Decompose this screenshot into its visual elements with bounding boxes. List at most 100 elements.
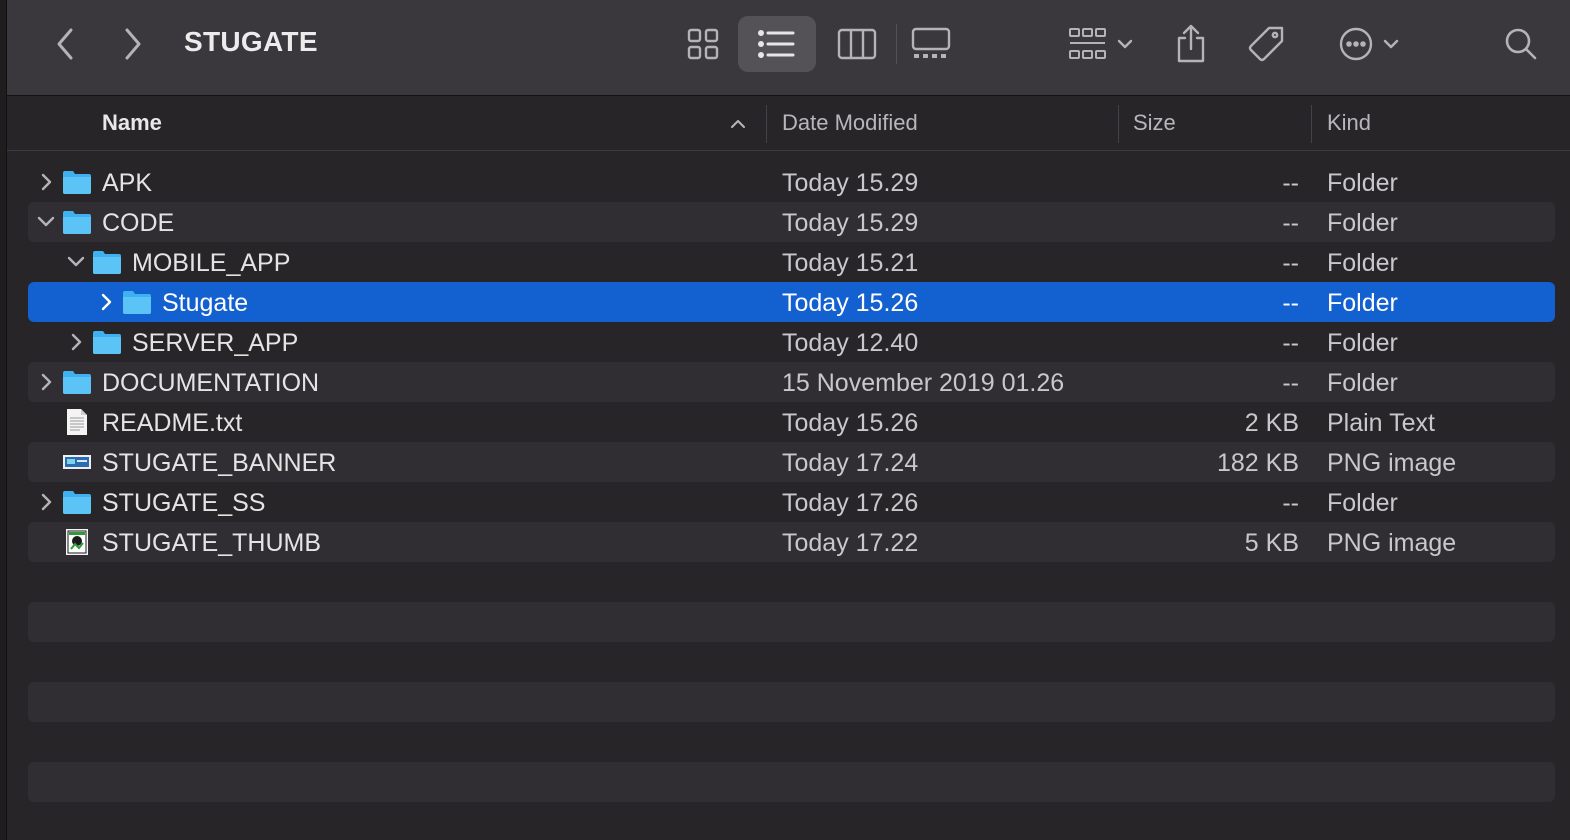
finder-window: STUGATE Name Date Modified Size Kind APK… <box>6 0 1570 840</box>
table-row[interactable]: Stugate Today 15.26 -- Folder <box>28 282 1555 322</box>
file-name: STUGATE_SS <box>102 489 266 517</box>
file-date: Today 17.24 <box>782 449 919 477</box>
disclosure-closed-icon[interactable] <box>66 331 86 353</box>
column-view-button[interactable] <box>833 22 881 66</box>
sort-ascending-icon[interactable] <box>729 117 747 129</box>
chevron-down-icon <box>1383 39 1399 49</box>
file-kind: Folder <box>1327 489 1398 517</box>
list-view-icon <box>758 30 795 58</box>
share-icon <box>1177 24 1205 63</box>
file-kind: Folder <box>1327 369 1398 397</box>
file-kind: Folder <box>1327 329 1398 357</box>
folder-icon <box>63 491 91 514</box>
file-size: -- <box>1282 489 1299 517</box>
file-size: -- <box>1282 169 1299 197</box>
file-name: STUGATE_THUMB <box>102 529 321 557</box>
table-row[interactable]: STUGATE_THUMB Today 17.22 5 KB PNG image <box>28 522 1555 562</box>
empty-row <box>28 762 1555 802</box>
more-icon <box>1339 27 1373 61</box>
file-kind: Plain Text <box>1327 409 1435 437</box>
column-kind-header[interactable]: Kind <box>1327 110 1371 136</box>
disclosure-closed-icon[interactable] <box>96 291 116 313</box>
list-view-button[interactable] <box>753 22 801 66</box>
folder-icon <box>63 211 91 234</box>
gallery-view-icon <box>911 27 951 58</box>
group-icon <box>1069 28 1106 59</box>
disclosure-closed-icon[interactable] <box>36 171 56 193</box>
folder-icon <box>93 331 121 354</box>
file-name: README.txt <box>102 409 243 437</box>
file-size: -- <box>1282 289 1299 317</box>
file-kind: PNG image <box>1327 449 1457 477</box>
file-date: Today 15.26 <box>782 409 919 437</box>
tag-button[interactable] <box>1245 20 1289 68</box>
image-file-icon <box>66 529 88 555</box>
disclosure-open-icon[interactable] <box>36 211 56 233</box>
file-name: SERVER_APP <box>132 329 299 357</box>
file-kind: Folder <box>1327 289 1398 317</box>
file-size: -- <box>1282 329 1299 357</box>
file-size: -- <box>1282 209 1299 237</box>
column-size-header[interactable]: Size <box>1133 110 1176 136</box>
file-date: Today 15.29 <box>782 169 919 197</box>
column-name-header[interactable]: Name <box>102 110 162 136</box>
column-header: Name Date Modified Size Kind <box>7 97 1570 151</box>
file-size: -- <box>1282 249 1299 277</box>
disclosure-open-icon[interactable] <box>66 251 86 273</box>
table-row[interactable]: APK Today 15.29 -- Folder <box>28 162 1555 202</box>
file-date: Today 17.26 <box>782 489 919 517</box>
window-title: STUGATE <box>184 26 318 57</box>
back-button[interactable] <box>45 22 85 66</box>
file-date: Today 15.29 <box>782 209 919 237</box>
file-date: 15 November 2019 01.26 <box>782 369 1065 397</box>
table-row[interactable]: DOCUMENTATION 15 November 2019 01.26 -- Fol… <box>28 362 1555 402</box>
file-date: Today 15.26 <box>782 289 919 317</box>
file-kind: Folder <box>1327 249 1398 277</box>
file-name: MOBILE_APP <box>132 249 291 277</box>
chevron-left-icon <box>57 28 73 60</box>
folder-icon <box>63 171 91 194</box>
gallery-view-button[interactable] <box>907 22 955 66</box>
file-kind: Folder <box>1327 209 1398 237</box>
share-button[interactable] <box>1169 20 1213 68</box>
table-row[interactable]: STUGATE_BANNER Today 17.24 182 KB PNG image <box>28 442 1555 482</box>
column-view-icon <box>837 28 877 60</box>
file-size: -- <box>1282 369 1299 397</box>
table-row[interactable]: CODE Today 15.29 -- Folder <box>28 202 1555 242</box>
table-row[interactable]: MOBILE_APP Today 15.21 -- Folder <box>28 242 1555 282</box>
tag-icon <box>1248 26 1284 62</box>
search-icon <box>1505 28 1537 60</box>
group-button[interactable] <box>1061 22 1141 66</box>
disclosure-closed-icon[interactable] <box>36 371 56 393</box>
table-row[interactable]: SERVER_APP Today 12.40 -- Folder <box>28 322 1555 362</box>
file-date: Today 12.40 <box>782 329 919 357</box>
forward-button[interactable] <box>113 22 153 66</box>
file-name: APK <box>102 169 153 197</box>
file-name: DOCUMENTATION <box>102 369 320 397</box>
file-date: Today 15.21 <box>782 249 919 277</box>
empty-row <box>28 602 1555 642</box>
folder-icon <box>123 291 151 314</box>
disclosure-closed-icon[interactable] <box>36 491 56 513</box>
file-name: CODE <box>102 209 175 237</box>
file-name: Stugate <box>162 289 249 317</box>
table-row[interactable]: STUGATE_SS Today 17.26 -- Folder <box>28 482 1555 522</box>
toolbar: STUGATE <box>7 0 1570 96</box>
file-size: 2 KB <box>1244 409 1299 437</box>
icon-view-icon <box>687 28 719 60</box>
file-kind: PNG image <box>1327 529 1457 557</box>
chevron-down-icon <box>1117 39 1133 49</box>
folder-icon <box>93 251 121 274</box>
text-file-icon <box>67 409 87 435</box>
empty-row <box>28 682 1555 722</box>
table-row[interactable]: README.txt Today 15.26 2 KB Plain Text <box>28 402 1555 442</box>
chevron-right-icon <box>125 28 141 60</box>
search-button[interactable] <box>1499 22 1543 66</box>
icon-view-button[interactable] <box>679 22 727 66</box>
folder-icon <box>63 371 91 394</box>
column-date-header[interactable]: Date Modified <box>782 110 918 136</box>
file-date: Today 17.22 <box>782 529 919 557</box>
file-size: 182 KB <box>1216 449 1299 477</box>
file-name: STUGATE_BANNER <box>102 449 337 477</box>
more-button[interactable] <box>1329 22 1409 66</box>
